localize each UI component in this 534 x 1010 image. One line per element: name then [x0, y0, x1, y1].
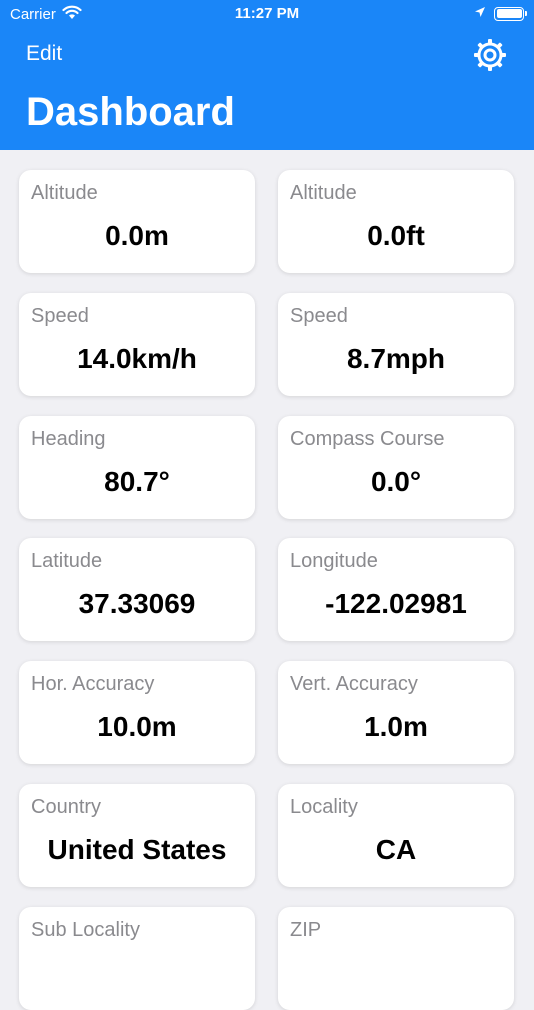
card-value: 0.0ft	[367, 220, 425, 251]
card-label: Altitude	[290, 182, 357, 204]
card-label: Hor. Accuracy	[31, 673, 155, 695]
horizontal-accuracy-card[interactable]: Hor. Accuracy 10.0m	[19, 661, 255, 764]
card-label: Country	[31, 796, 102, 818]
speed-mph-card[interactable]: Speed 8.7mph	[278, 293, 514, 396]
status-time: 11:27 PM	[234, 5, 300, 22]
card-value: CA	[375, 834, 417, 865]
status-bar: Carrier 11:27 PM	[0, 0, 534, 30]
card-label: Speed	[290, 305, 348, 327]
heading-card[interactable]: Heading 80.7°	[19, 416, 255, 519]
card-label: Compass Course	[290, 428, 445, 450]
card-value: 0.0m	[105, 220, 169, 251]
sub-locality-card[interactable]: Sub Locality	[19, 907, 255, 1010]
card-label: ZIP	[290, 919, 322, 941]
card-label: Altitude	[31, 182, 98, 204]
latitude-card[interactable]: Latitude 37.33069	[19, 538, 255, 641]
card-value: 80.7°	[104, 466, 170, 497]
card-label: Longitude	[290, 550, 378, 572]
longitude-card[interactable]: Longitude -122.02981	[278, 538, 514, 641]
battery-icon	[494, 6, 527, 21]
zip-card[interactable]: ZIP	[278, 907, 514, 1010]
card-label: Speed	[31, 305, 89, 327]
card-value: 1.0m	[364, 711, 428, 742]
country-card[interactable]: Country United States	[19, 784, 255, 887]
card-value: 14.0km/h	[77, 343, 197, 374]
card-label: Latitude	[31, 550, 103, 572]
navigation-header: Carrier 11:27 PM Edit Dashboard	[0, 0, 534, 150]
speed-kmh-card[interactable]: Speed 14.0km/h	[19, 293, 255, 396]
compass-course-card[interactable]: Compass Course 0.0°	[278, 416, 514, 519]
card-value: -122.02981	[325, 588, 467, 619]
altitude-meters-card[interactable]: Altitude 0.0m	[19, 170, 255, 273]
page-title: Dashboard	[26, 90, 235, 134]
vertical-accuracy-card[interactable]: Vert. Accuracy 1.0m	[278, 661, 514, 764]
card-value: 8.7mph	[346, 343, 446, 374]
gear-icon[interactable]	[472, 37, 508, 73]
locality-card[interactable]: Locality CA	[278, 784, 514, 887]
card-label: Heading	[31, 428, 106, 450]
card-label: Locality	[290, 796, 358, 818]
card-value: 0.0°	[370, 466, 422, 497]
card-value: 10.0m	[97, 711, 177, 742]
card-value: United States	[47, 834, 227, 865]
status-right	[474, 5, 527, 22]
card-label: Vert. Accuracy	[290, 673, 418, 695]
edit-button[interactable]: Edit	[26, 42, 62, 66]
location-arrow-icon	[474, 5, 486, 22]
altitude-feet-card[interactable]: Altitude 0.0ft	[278, 170, 514, 273]
dashboard-grid: Altitude 0.0m Altitude 0.0ft Speed 14.0k…	[0, 150, 534, 1010]
card-value: 37.33069	[78, 588, 196, 619]
card-label: Sub Locality	[31, 919, 140, 941]
